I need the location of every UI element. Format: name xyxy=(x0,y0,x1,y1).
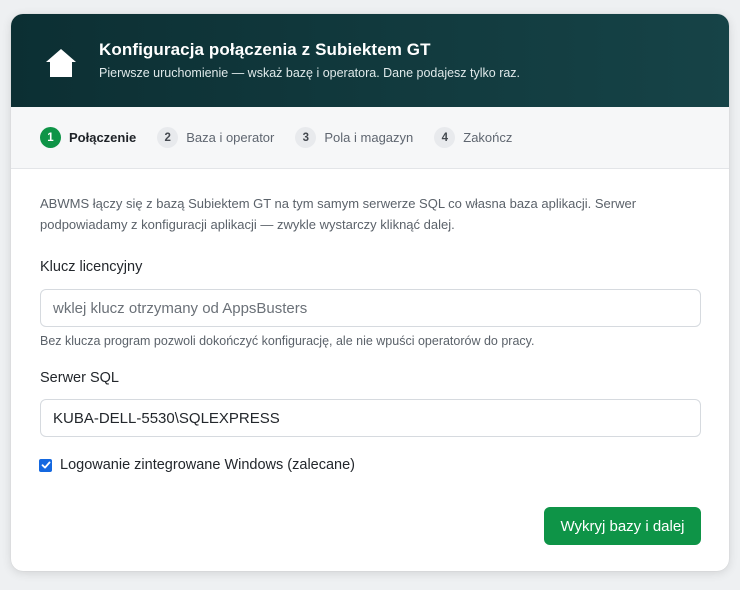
step-database-operator: 2 Baza i operator xyxy=(157,127,274,148)
license-key-label: Klucz licencyjny xyxy=(40,259,143,275)
intro-text: ABWMS łączy się z bazą Subiektem GT na t… xyxy=(40,193,700,235)
sql-server-label: Serwer SQL xyxy=(40,370,119,386)
step-label: Pola i magazyn xyxy=(324,130,414,145)
dialog-title: Konfiguracja połączenia z Subiektem GT xyxy=(99,40,431,59)
step-number: 2 xyxy=(157,127,179,148)
intro-line: ABWMS łączy się z bazą Subiektem GT na t… xyxy=(40,196,637,211)
dialog-header: Konfiguracja połączenia z Subiektem GT P… xyxy=(11,14,729,107)
setup-dialog: Konfiguracja połączenia z Subiektem GT P… xyxy=(11,14,729,571)
wizard-steps: 1 Połączenie 2 Baza i operator 3 Pola i … xyxy=(11,107,729,169)
step-finish: 4 Zakończ xyxy=(434,127,512,148)
integrated-login-option[interactable]: Logowanie zintegrowane Windows (zalecane… xyxy=(39,457,355,473)
step-number: 4 xyxy=(434,127,456,148)
home-icon xyxy=(46,49,76,77)
step-label: Baza i operator xyxy=(186,130,275,145)
intro-line: podpowiadamy z konfiguracji aplikacji — … xyxy=(40,217,455,232)
detect-databases-next-button[interactable]: Wykryj bazy i dalej xyxy=(544,507,701,545)
dialog-subtitle: Pierwsze uruchomienie — wskaż bazę i ope… xyxy=(99,66,521,80)
checkmark-icon xyxy=(41,461,50,469)
integrated-login-label: Logowanie zintegrowane Windows (zalecane… xyxy=(60,457,355,473)
step-connection: 1 Połączenie xyxy=(40,127,136,148)
step-label: Zakończ xyxy=(463,130,513,145)
step-number: 1 xyxy=(40,127,61,148)
license-key-input[interactable] xyxy=(40,289,701,327)
sql-server-input[interactable] xyxy=(40,399,701,437)
license-key-hint: Bez klucza program pozwoli dokończyć kon… xyxy=(40,334,535,348)
step-fields-warehouse: 3 Pola i magazyn xyxy=(295,127,413,148)
step-label: Połączenie xyxy=(69,130,137,145)
step-number: 3 xyxy=(295,127,317,148)
integrated-login-checkbox[interactable] xyxy=(39,458,52,472)
